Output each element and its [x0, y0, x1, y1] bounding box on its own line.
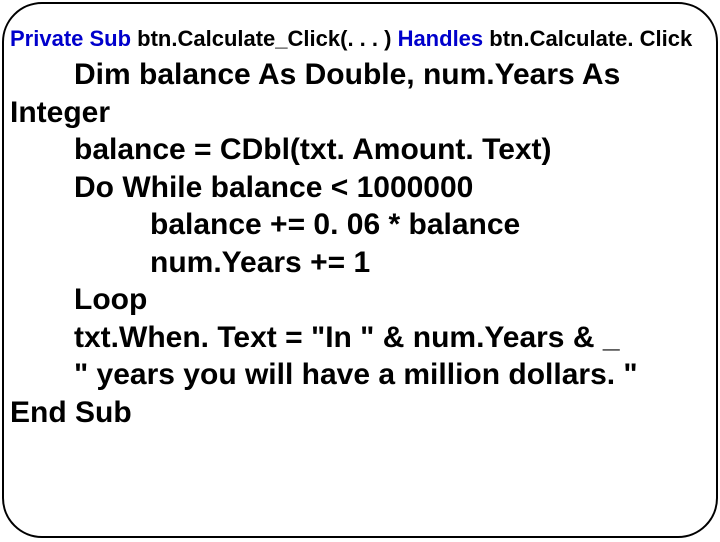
dim-declaration-part2: Integer — [10, 94, 710, 132]
code-body: Dim balance As Double, num.Years As Inte… — [10, 56, 710, 431]
dim-declaration-part1: Dim balance As Double, num.Years As — [10, 56, 710, 94]
assign-balance: balance = CDbl(txt. Amount. Text) — [10, 131, 710, 169]
handler-target: btn.Calculate. Click — [483, 26, 692, 51]
end-sub: End Sub — [10, 394, 710, 432]
keyword-private-sub: Private Sub — [10, 26, 131, 51]
output-part2: " years you will have a million dollars.… — [10, 356, 710, 394]
increment-years: num.Years += 1 — [10, 244, 710, 282]
output-part1: txt.When. Text = "In " & num.Years & _ — [10, 319, 710, 357]
increment-balance: balance += 0. 06 * balance — [10, 206, 710, 244]
sub-name: btn.Calculate_Click(. . . ) — [131, 26, 398, 51]
do-while: Do While balance < 1000000 — [10, 169, 710, 207]
keyword-handles: Handles — [398, 26, 484, 51]
loop: Loop — [10, 281, 710, 319]
sub-signature-line: Private Sub btn.Calculate_Click(. . . ) … — [10, 26, 710, 52]
code-container: Private Sub btn.Calculate_Click(. . . ) … — [2, 2, 718, 538]
